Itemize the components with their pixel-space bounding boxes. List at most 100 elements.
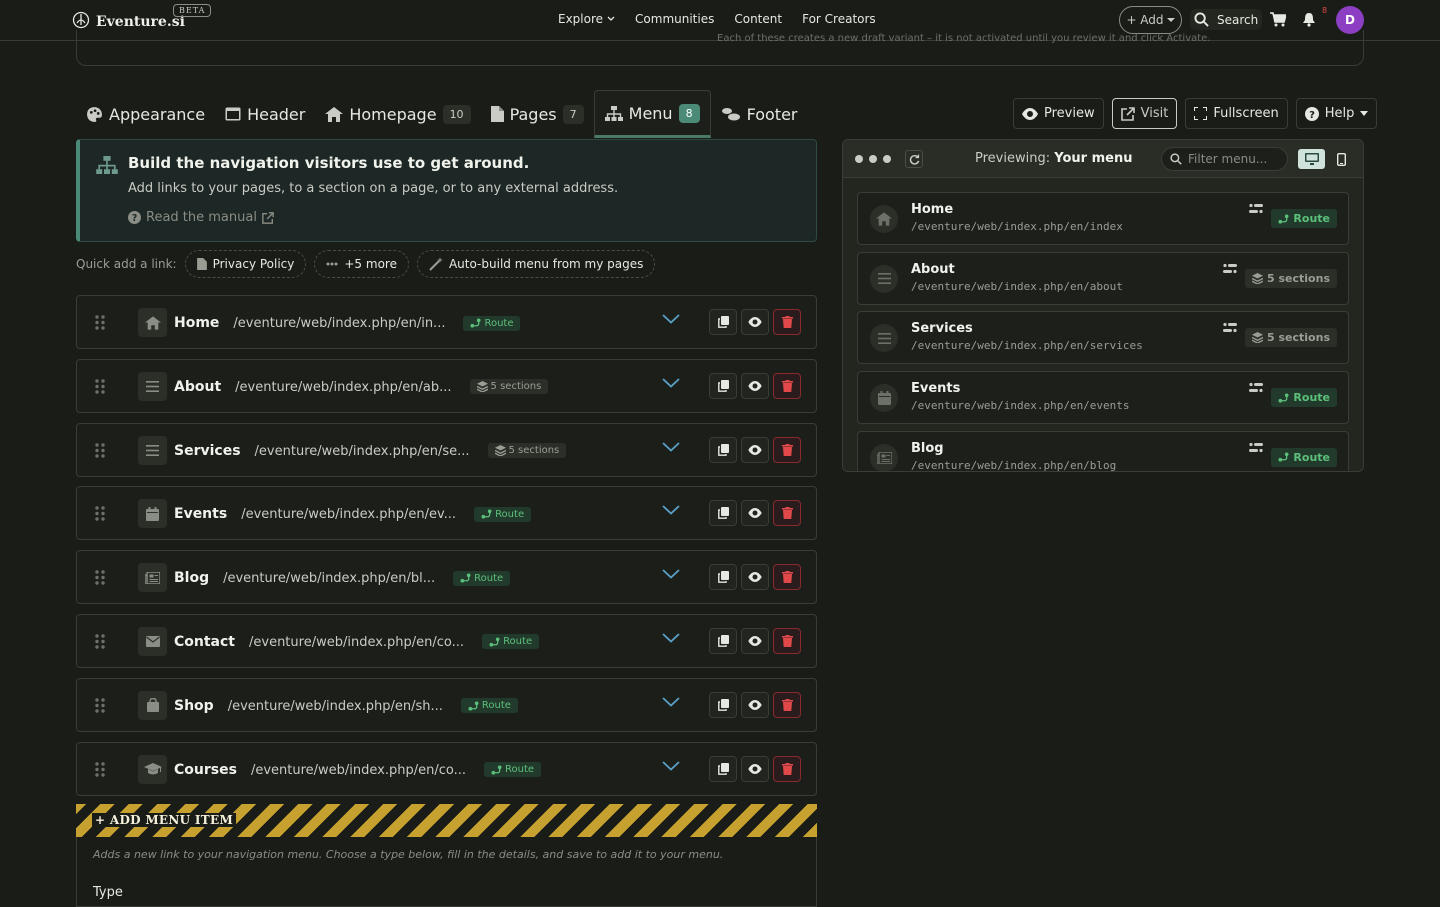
delete-button[interactable] xyxy=(773,372,801,399)
drag-handle-icon[interactable] xyxy=(95,379,105,394)
caret-down-icon xyxy=(1166,18,1175,22)
delete-button[interactable] xyxy=(773,309,801,335)
menu-item-row[interactable]: Home/eventure/web/index.php/en/in... Rout… xyxy=(76,295,817,349)
tab-header[interactable]: Header xyxy=(215,90,315,138)
mobile-view-toggle[interactable] xyxy=(1331,149,1351,169)
nav-explore[interactable]: Explore xyxy=(558,12,615,26)
preview-item-label: Services xyxy=(911,321,973,337)
filter-menu-input[interactable]: Filter menu... xyxy=(1161,147,1288,171)
visibility-toggle-button[interactable] xyxy=(741,309,769,335)
menu-item-row[interactable]: Contact/eventure/web/index.php/en/co... R… xyxy=(76,613,817,668)
notification-count: 8 xyxy=(1322,6,1328,15)
quick-add-privacy-policy[interactable]: Privacy Policy xyxy=(184,250,307,278)
menu-item-path: /eventure/web/index.php/en/ev... xyxy=(241,507,457,523)
preview-menu-item[interactable]: About /eventure/web/index.php/en/about 5… xyxy=(857,251,1349,305)
chevron-down-icon[interactable] xyxy=(662,314,680,324)
visibility-toggle-button[interactable] xyxy=(741,436,769,463)
nav-communities[interactable]: Communities xyxy=(635,12,714,26)
menu-item-text: Courses/eventure/web/index.php/en/co... R… xyxy=(174,762,542,778)
tab-footer-label: Footer xyxy=(746,104,798,124)
chevron-down-icon[interactable] xyxy=(662,569,680,579)
nav-explore-label: Explore xyxy=(558,12,604,26)
add-button-label: + Add xyxy=(1126,13,1164,27)
eye-icon xyxy=(748,508,762,519)
menu-item-row[interactable]: Shop/eventure/web/index.php/en/sh... Rout… xyxy=(76,677,817,732)
desktop-view-toggle[interactable] xyxy=(1298,149,1325,169)
menu-item-row[interactable]: Blog/eventure/web/index.php/en/bl... Rout… xyxy=(76,550,817,605)
delete-button[interactable] xyxy=(773,755,801,782)
drag-handle-icon[interactable] xyxy=(95,634,105,649)
visit-button[interactable]: Visit xyxy=(1111,98,1178,129)
visibility-toggle-button[interactable] xyxy=(741,372,769,399)
drag-handle-icon[interactable] xyxy=(95,506,105,522)
chevron-down-icon[interactable] xyxy=(662,378,680,388)
logo-icon xyxy=(72,11,90,28)
duplicate-button[interactable] xyxy=(709,755,737,782)
menu-item-row[interactable]: About/eventure/web/index.php/en/ab... 5 s… xyxy=(76,358,817,413)
calendar-icon xyxy=(870,384,898,413)
menu-item-path: /eventure/web/index.php/en/co... xyxy=(250,762,466,778)
preview-menu-item[interactable]: Services /eventure/web/index.php/en/serv… xyxy=(857,311,1349,365)
visibility-toggle-button[interactable] xyxy=(741,691,769,718)
delete-button[interactable] xyxy=(773,436,801,463)
add-menu-item-bar[interactable]: + ADD MENU ITEM xyxy=(76,804,817,837)
duplicate-button[interactable] xyxy=(709,372,737,399)
drag-handle-icon[interactable] xyxy=(95,761,105,777)
sitemap-icon xyxy=(604,105,623,121)
delete-button[interactable] xyxy=(773,627,801,654)
drag-handle-icon[interactable] xyxy=(95,570,105,585)
quick-add-privacy-label: Privacy Policy xyxy=(212,257,295,271)
drag-handle-icon[interactable] xyxy=(95,442,105,458)
duplicate-button[interactable] xyxy=(709,627,737,654)
help-button[interactable]: ? Help xyxy=(1295,98,1378,129)
tab-appearance[interactable]: Appearance xyxy=(76,90,215,138)
bell-icon[interactable] xyxy=(1302,12,1316,27)
auto-build-menu-button[interactable]: Auto-build menu from my pages xyxy=(416,250,656,278)
menu-item-row[interactable]: Courses/eventure/web/index.php/en/co... R… xyxy=(76,741,817,796)
tab-pages[interactable]: Pages 7 xyxy=(481,90,594,138)
preview-menu-item[interactable]: Home /eventure/web/index.php/en/index Ro… xyxy=(857,192,1349,245)
duplicate-button[interactable] xyxy=(709,564,737,591)
page-status-icon xyxy=(1223,323,1237,333)
cart-icon[interactable] xyxy=(1270,12,1286,27)
duplicate-button[interactable] xyxy=(709,309,737,335)
fullscreen-button[interactable]: Fullscreen xyxy=(1185,98,1288,129)
chevron-down-icon[interactable] xyxy=(662,505,680,516)
refresh-button[interactable] xyxy=(905,150,923,168)
drag-handle-icon[interactable] xyxy=(95,698,105,713)
visibility-toggle-button[interactable] xyxy=(741,755,769,782)
nav-content[interactable]: Content xyxy=(734,12,782,26)
tab-footer[interactable]: Footer xyxy=(711,90,808,138)
duplicate-button[interactable] xyxy=(709,500,737,527)
nav-for-creators[interactable]: For Creators xyxy=(802,12,876,26)
tab-homepage[interactable]: Homepage 10 xyxy=(315,90,480,138)
tab-homepage-label: Homepage xyxy=(349,104,437,124)
menu-item-row[interactable]: Events/eventure/web/index.php/en/ev... Ro… xyxy=(76,486,817,541)
preview-item-badge: Route xyxy=(1271,388,1337,408)
duplicate-button[interactable] xyxy=(709,436,737,463)
quick-add-more[interactable]: +5 more xyxy=(314,250,409,278)
chevron-down-icon[interactable] xyxy=(662,633,680,643)
site-logo[interactable]: Eventure.si xyxy=(72,9,185,30)
chevron-down-icon[interactable] xyxy=(662,697,680,707)
chevron-down-icon[interactable] xyxy=(662,760,680,771)
delete-button[interactable] xyxy=(773,691,801,718)
delete-button[interactable] xyxy=(773,500,801,527)
preview-menu-item[interactable]: Blog /eventure/web/index.php/en/blog Rou… xyxy=(857,430,1349,471)
menu-item-text: About/eventure/web/index.php/en/ab... 5 s… xyxy=(174,379,549,395)
visibility-toggle-button[interactable] xyxy=(741,500,769,527)
shoe-prints-icon xyxy=(721,107,740,120)
menu-item-row[interactable]: Services/eventure/web/index.php/en/se...… xyxy=(76,422,817,477)
duplicate-button[interactable] xyxy=(709,691,737,718)
search-button[interactable]: Search xyxy=(1190,9,1263,30)
tab-menu[interactable]: Menu 8 xyxy=(593,90,711,138)
delete-button[interactable] xyxy=(773,564,801,591)
menu-item-badge-label: 5 sections xyxy=(508,445,560,457)
chevron-down-icon[interactable] xyxy=(662,441,680,452)
preview-menu-item[interactable]: Events /eventure/web/index.php/en/events… xyxy=(857,371,1349,425)
preview-button[interactable]: Preview xyxy=(1013,98,1104,129)
drag-handle-icon[interactable] xyxy=(95,315,105,330)
visibility-toggle-button[interactable] xyxy=(741,627,769,654)
visibility-toggle-button[interactable] xyxy=(741,564,769,591)
manual-link[interactable]: ? Read the manual xyxy=(128,210,274,225)
